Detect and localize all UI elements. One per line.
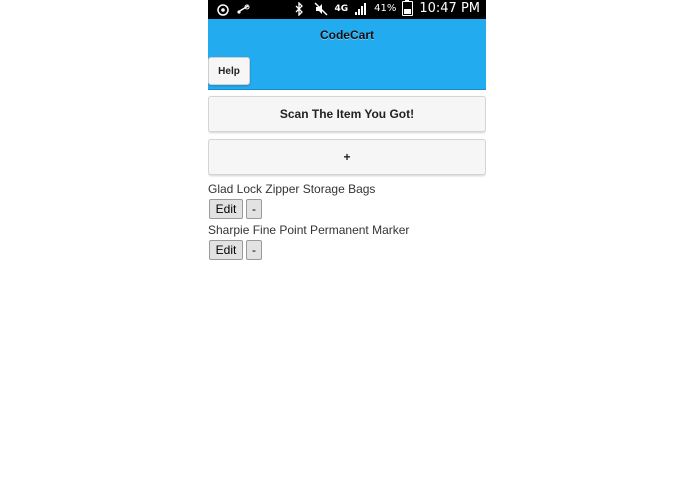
remove-button[interactable]: - xyxy=(246,240,262,260)
edit-button[interactable]: Edit xyxy=(209,199,243,219)
app-screen: 4G 41% 10:47 PM CodeCart Help Scan The I… xyxy=(208,0,486,494)
help-button[interactable]: Help xyxy=(208,57,250,85)
steam-icon xyxy=(236,2,250,16)
edit-button[interactable]: Edit xyxy=(209,240,243,260)
status-right: 4G 41% 10:47 PM xyxy=(294,0,480,17)
bluetooth-icon xyxy=(294,0,308,17)
page-title: CodeCart xyxy=(319,28,374,42)
item-actions: Edit - xyxy=(208,240,486,260)
sync-icon xyxy=(216,2,230,16)
app-header: CodeCart Help xyxy=(208,19,486,90)
list-item: Sharpie Fine Point Permanent Marker Edit… xyxy=(208,223,486,260)
item-name: Sharpie Fine Point Permanent Marker xyxy=(208,223,410,237)
network-type: 4G xyxy=(334,3,349,14)
scan-item-button[interactable]: Scan The Item You Got! xyxy=(208,96,486,132)
mute-icon xyxy=(314,2,328,16)
clock: 10:47 PM xyxy=(419,1,480,16)
remove-button[interactable]: - xyxy=(246,199,262,219)
main-content: Scan The Item You Got! + Glad Lock Zippe… xyxy=(208,90,486,260)
battery-icon xyxy=(402,0,414,16)
item-name: Glad Lock Zipper Storage Bags xyxy=(208,182,376,196)
signal-icon xyxy=(354,2,368,16)
battery-percent: 41% xyxy=(374,3,397,14)
add-item-button[interactable]: + xyxy=(208,139,486,175)
status-bar: 4G 41% 10:47 PM xyxy=(208,0,486,19)
item-actions: Edit - xyxy=(208,199,486,219)
list-item: Glad Lock Zipper Storage Bags Edit - xyxy=(208,182,486,219)
status-left xyxy=(216,2,250,16)
